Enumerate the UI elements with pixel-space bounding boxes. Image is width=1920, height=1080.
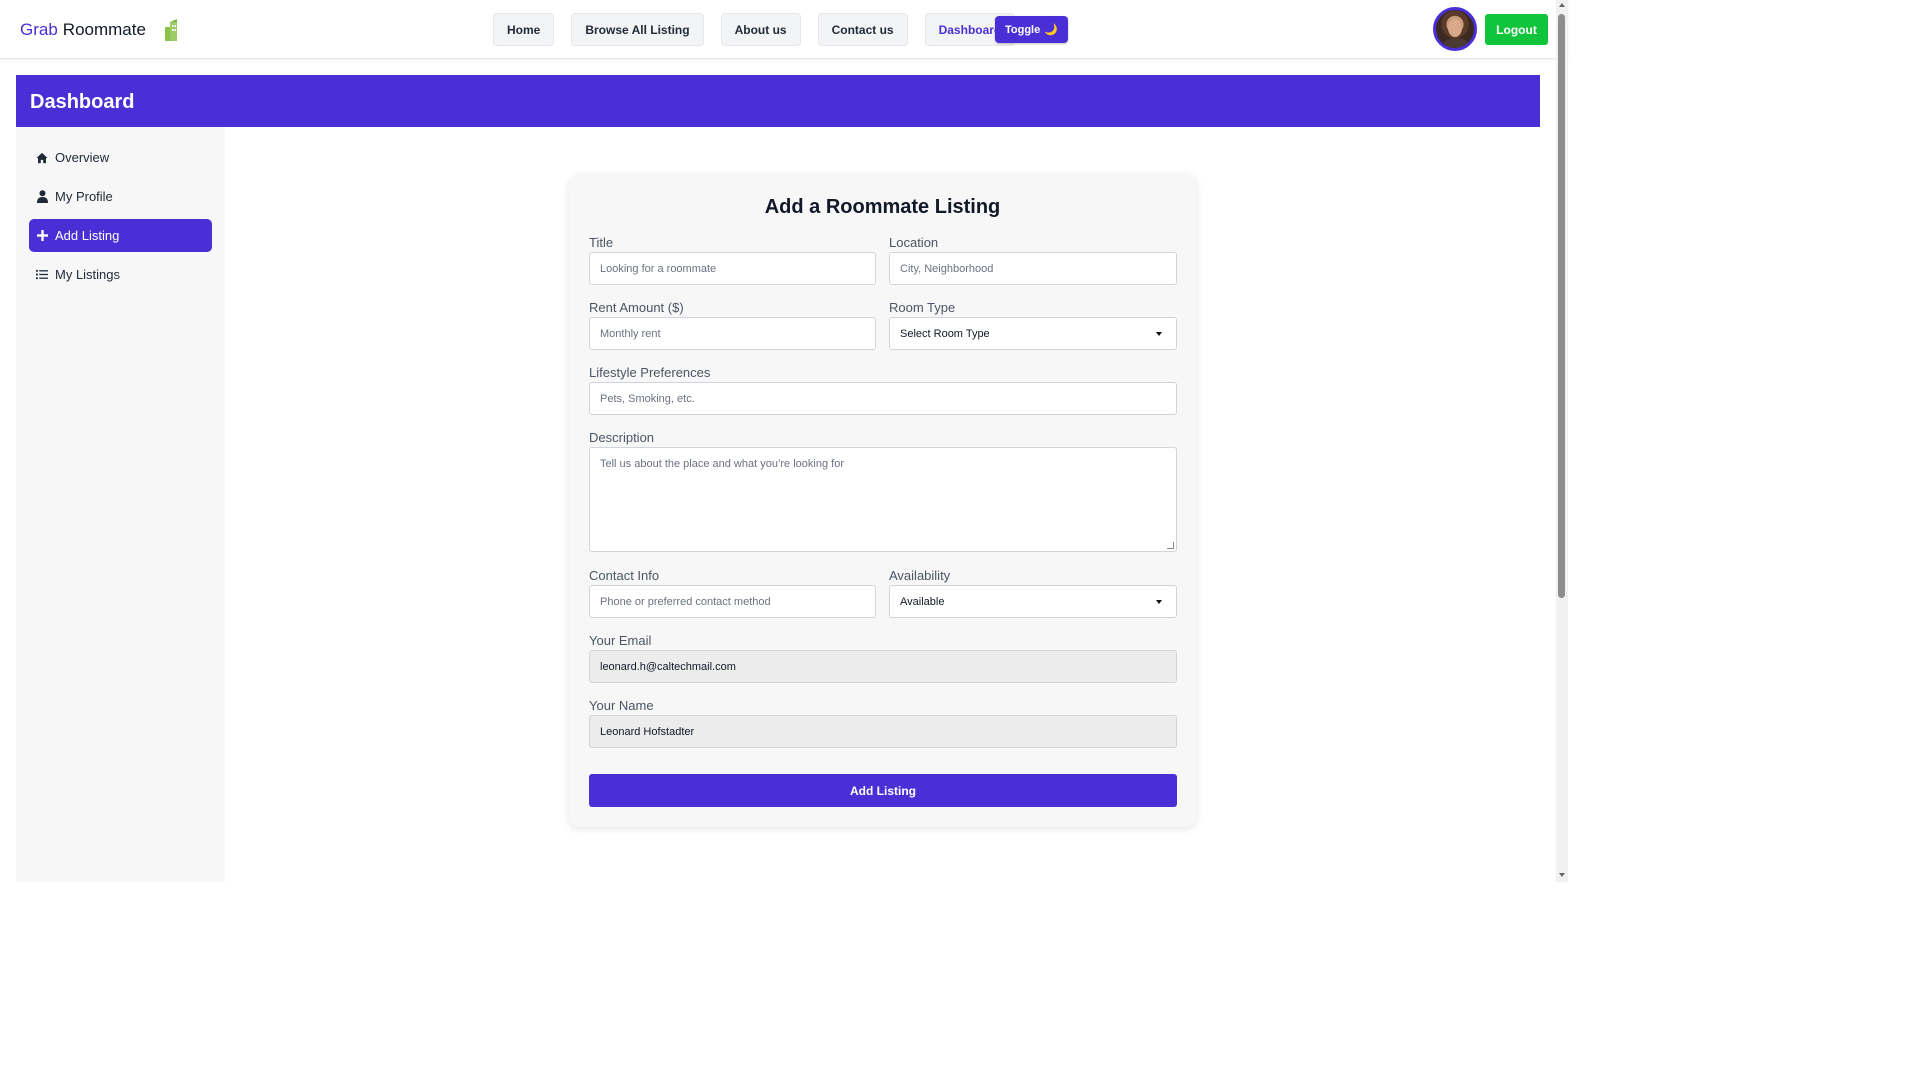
logout-button[interactable]: Logout [1485, 14, 1548, 45]
brand-name-part1: Grab [20, 20, 58, 39]
list-icon [36, 269, 48, 281]
title-input[interactable]: Looking for a roommate [589, 252, 876, 285]
form-title: Add a Roommate Listing [764, 196, 1001, 218]
nav-home-button[interactable]: Home [493, 13, 555, 46]
sidebar-item-label: Overview [55, 150, 110, 165]
description-placeholder: Tell us about the place and what you’re … [600, 458, 844, 470]
room-type-label: Room Type [889, 300, 956, 315]
add-listing-submit-button[interactable]: Add Listing [589, 774, 1177, 807]
user-icon [36, 190, 48, 203]
sidebar-item-label: My Listings [55, 267, 121, 282]
name-label: Your Name [589, 698, 654, 713]
user-avatar[interactable] [1433, 7, 1477, 51]
availability-value: Available [900, 595, 945, 608]
title-label: Title [589, 235, 614, 250]
nav-about-button[interactable]: About us [720, 13, 801, 46]
plus-icon [36, 230, 48, 242]
description-label: Description [589, 430, 655, 445]
brand-logo[interactable]: Grab Roommate [20, 18, 182, 42]
rent-input[interactable]: Monthly rent [589, 317, 876, 350]
sidebar-item-add-listing[interactable]: Add Listing [29, 219, 212, 252]
lifestyle-input[interactable]: Pets, Smoking, etc. [589, 382, 1177, 415]
home-icon [36, 152, 48, 164]
nav-contact-button[interactable]: Contact us [817, 13, 908, 46]
scrollbar-thumb[interactable] [1558, 14, 1565, 598]
dashboard-title: Dashboard [30, 91, 135, 113]
description-textarea[interactable]: Tell us about the place and what you’re … [589, 447, 1177, 552]
dashboard-sidebar: Overview My Profile Add Listing My Listi… [16, 127, 225, 882]
contact-label: Contact Info [589, 568, 660, 583]
chevron-down-icon [1156, 599, 1162, 604]
sidebar-item-overview[interactable]: Overview [29, 141, 212, 174]
add-listing-form: Add a Roommate Listing Title Looking for… [569, 174, 1196, 827]
sidebar-item-label: Add Listing [55, 228, 120, 243]
availability-select[interactable]: Available [889, 585, 1177, 618]
page-scrollbar[interactable] [1556, 0, 1568, 882]
room-type-select[interactable]: Select Room Type [889, 317, 1177, 350]
main-nav: Home Browse All Listing About us Contact… [493, 13, 1016, 46]
rent-label: Rent Amount ($) [589, 300, 684, 315]
scroll-down-arrow-icon[interactable] [1559, 873, 1565, 877]
brand-name-part2: Roommate [62, 20, 146, 39]
email-field[interactable]: leonard.h@caltechmail.com [589, 650, 1177, 683]
lifestyle-label: Lifestyle Preferences [589, 365, 711, 380]
scroll-up-arrow-icon[interactable] [1559, 3, 1565, 7]
availability-label: Availability [889, 568, 951, 583]
location-input[interactable]: City, Neighborhood [889, 252, 1177, 285]
building-logo-icon [164, 19, 177, 41]
theme-toggle-button[interactable]: Toggle 🌙 [995, 16, 1068, 43]
contact-input[interactable]: Phone or preferred contact method [589, 585, 876, 618]
toggle-label: Toggle [1005, 23, 1041, 36]
name-field[interactable]: Leonard Hofstadter [589, 715, 1177, 748]
sidebar-item-my-profile[interactable]: My Profile [29, 180, 212, 213]
avatar-shirt [1440, 38, 1472, 48]
sidebar-item-my-listings[interactable]: My Listings [29, 258, 212, 291]
room-type-value: Select Room Type [900, 327, 990, 340]
dashboard-header: Dashboard [16, 75, 1540, 127]
resize-handle-icon[interactable] [1167, 542, 1174, 549]
avatar-face [1448, 19, 1462, 37]
nav-browse-listing-button[interactable]: Browse All Listing [571, 13, 704, 46]
top-navbar: Grab Roommate Home Browse All Listing Ab… [0, 0, 1568, 59]
location-label: Location [889, 235, 939, 250]
email-label: Your Email [589, 633, 652, 648]
sidebar-item-label: My Profile [55, 189, 113, 204]
moon-icon: 🌙 [1044, 24, 1058, 36]
chevron-down-icon [1156, 331, 1162, 336]
